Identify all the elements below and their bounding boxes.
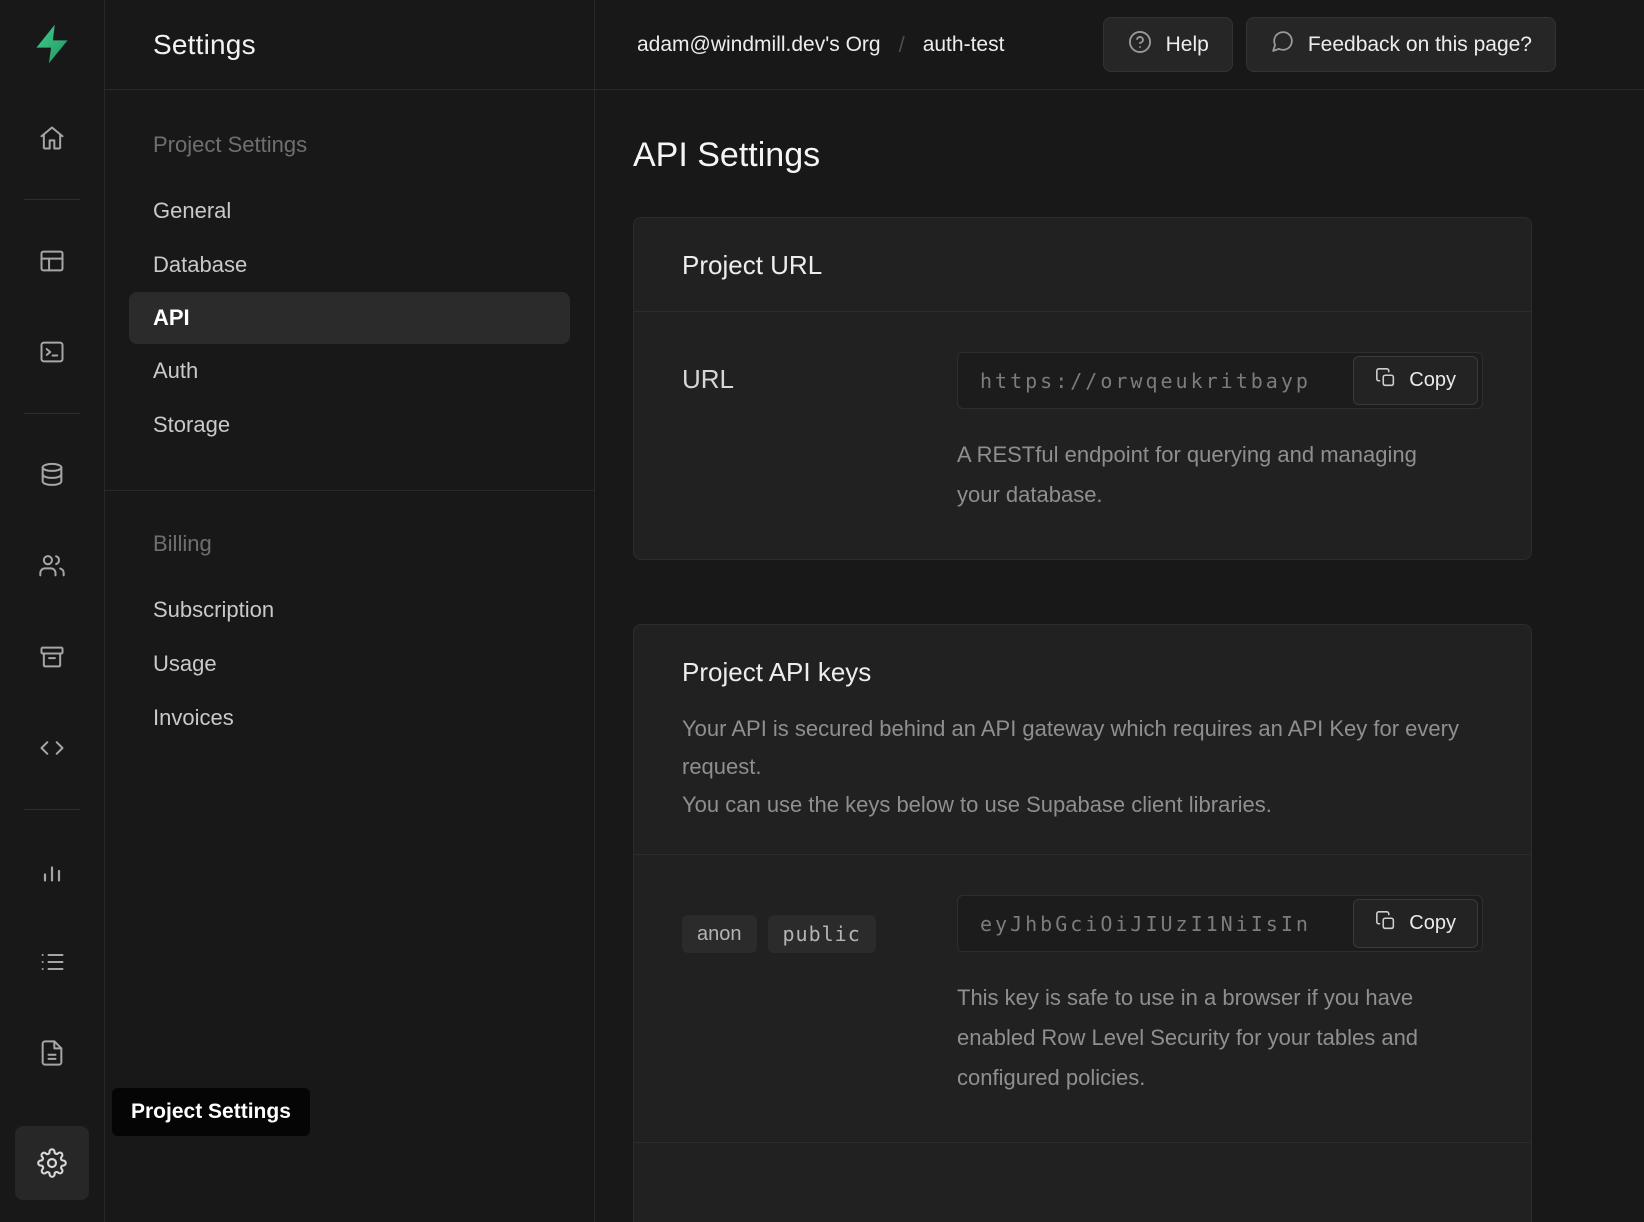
api-keys-card-header: Project API keys Your API is secured beh… bbox=[634, 625, 1531, 855]
anon-key-label-col: anon public bbox=[682, 895, 957, 1098]
settings-panel: Settings Project Settings General Databa… bbox=[105, 0, 595, 1222]
terminal-icon bbox=[38, 338, 66, 366]
breadcrumb: adam@windmill.dev's Org / auth-test bbox=[637, 32, 1004, 58]
project-settings-tooltip: Project Settings bbox=[112, 1088, 310, 1136]
settings-nav: Project Settings General Database API Au… bbox=[105, 90, 594, 745]
nav-logs[interactable] bbox=[20, 930, 84, 994]
copy-url-button[interactable]: Copy bbox=[1353, 356, 1478, 405]
rail-divider bbox=[24, 809, 80, 810]
anon-key-row: anon public eyJhbGciOiJIUzI1NiIsIn Copy bbox=[634, 855, 1531, 1143]
rail-divider bbox=[24, 413, 80, 414]
sidebar-item-database[interactable]: Database bbox=[105, 238, 594, 292]
api-keys-card-title: Project API keys bbox=[682, 657, 1483, 688]
topbar: adam@windmill.dev's Org / auth-test Help… bbox=[595, 0, 1644, 90]
settings-panel-title: Settings bbox=[105, 0, 594, 90]
url-field-label: URL bbox=[682, 352, 957, 515]
url-field-input-col: https://orwqeukritbayp Copy A RESTful en… bbox=[957, 352, 1483, 515]
nav-table-editor[interactable] bbox=[20, 229, 84, 293]
code-icon bbox=[38, 734, 66, 762]
sidebar-item-general[interactable]: General bbox=[105, 184, 594, 238]
copy-icon bbox=[1375, 367, 1397, 395]
feedback-button-label: Feedback on this page? bbox=[1308, 33, 1532, 57]
users-icon bbox=[38, 552, 66, 580]
nav-authentication[interactable] bbox=[20, 534, 84, 598]
copy-url-label: Copy bbox=[1409, 369, 1456, 392]
card-filler bbox=[634, 1143, 1531, 1222]
nav-section-project-settings: Project Settings bbox=[105, 132, 594, 158]
speech-bubble-icon bbox=[1270, 29, 1295, 60]
anon-key-badges: anon public bbox=[682, 907, 957, 953]
api-keys-card: Project API keys Your API is secured beh… bbox=[633, 624, 1532, 1222]
copy-anon-key-button[interactable]: Copy bbox=[1353, 899, 1478, 948]
copy-anon-key-label: Copy bbox=[1409, 912, 1456, 935]
nav-storage[interactable] bbox=[20, 625, 84, 689]
home-icon bbox=[38, 124, 66, 152]
database-icon bbox=[38, 461, 66, 489]
nav-divider bbox=[105, 490, 594, 491]
anon-badge: anon bbox=[682, 915, 757, 953]
nav-project-settings[interactable] bbox=[15, 1126, 89, 1200]
project-url-card-title: Project URL bbox=[682, 250, 1483, 281]
help-circle-icon bbox=[1127, 29, 1153, 61]
nav-edge-functions[interactable] bbox=[20, 716, 84, 780]
file-icon bbox=[38, 1039, 66, 1067]
url-field-row: URL https://orwqeukritbayp Copy A REST bbox=[634, 312, 1531, 559]
archive-icon bbox=[38, 643, 66, 671]
sidebar-item-storage[interactable]: Storage bbox=[105, 398, 594, 452]
api-keys-description-line2: You can use the keys below to use Supaba… bbox=[682, 786, 1483, 824]
copy-icon bbox=[1375, 910, 1397, 938]
page-title: API Settings bbox=[633, 136, 1532, 175]
anon-key-input-wrap: eyJhbGciOiJIUzI1NiIsIn Copy bbox=[957, 895, 1483, 952]
sidebar-item-auth[interactable]: Auth bbox=[105, 344, 594, 398]
nav-home[interactable] bbox=[20, 106, 84, 170]
project-url-card-header: Project URL bbox=[634, 218, 1531, 312]
help-button[interactable]: Help bbox=[1103, 17, 1233, 72]
anon-key-description: This key is safe to use in a browser if … bbox=[957, 978, 1462, 1098]
topbar-actions: Help Feedback on this page? bbox=[1103, 17, 1556, 72]
help-button-label: Help bbox=[1166, 33, 1209, 57]
gear-icon bbox=[37, 1148, 67, 1178]
breadcrumb-org[interactable]: adam@windmill.dev's Org bbox=[637, 33, 881, 57]
feedback-button[interactable]: Feedback on this page? bbox=[1246, 17, 1556, 72]
sidebar-item-invoices[interactable]: Invoices bbox=[105, 691, 594, 745]
nav-database[interactable] bbox=[20, 443, 84, 507]
api-settings-page: API Settings Project URL URL https://orw… bbox=[595, 90, 1644, 1222]
nav-reports[interactable] bbox=[20, 839, 84, 903]
api-keys-description-line1: Your API is secured behind an API gatewa… bbox=[682, 710, 1483, 786]
table-editor-icon bbox=[38, 247, 66, 275]
nav-sql-editor[interactable] bbox=[20, 320, 84, 384]
public-badge: public bbox=[768, 915, 876, 953]
sidebar-item-usage[interactable]: Usage bbox=[105, 637, 594, 691]
supabase-logo-icon bbox=[30, 22, 74, 66]
sidebar-item-api[interactable]: API bbox=[129, 292, 570, 344]
main-column: adam@windmill.dev's Org / auth-test Help… bbox=[595, 0, 1644, 1222]
url-input-wrap: https://orwqeukritbayp Copy bbox=[957, 352, 1483, 409]
anon-key-input-col: eyJhbGciOiJIUzI1NiIsIn Copy This key is … bbox=[957, 895, 1483, 1098]
sidebar-item-subscription[interactable]: Subscription bbox=[105, 583, 594, 637]
project-url-card: Project URL URL https://orwqeukritbayp C… bbox=[633, 217, 1532, 560]
nav-section-billing: Billing bbox=[105, 531, 594, 557]
breadcrumb-project[interactable]: auth-test bbox=[923, 33, 1005, 57]
nav-docs[interactable] bbox=[20, 1021, 84, 1085]
rail-divider bbox=[24, 199, 80, 200]
primary-sidebar bbox=[0, 0, 105, 1222]
app-root: Settings Project Settings General Databa… bbox=[0, 0, 1644, 1222]
list-icon bbox=[38, 948, 66, 976]
api-keys-card-description: Your API is secured behind an API gatewa… bbox=[682, 710, 1483, 824]
breadcrumb-separator: / bbox=[899, 32, 905, 58]
url-description: A RESTful endpoint for querying and mana… bbox=[957, 435, 1427, 515]
bar-chart-icon bbox=[38, 857, 66, 885]
supabase-logo[interactable] bbox=[20, 16, 84, 72]
